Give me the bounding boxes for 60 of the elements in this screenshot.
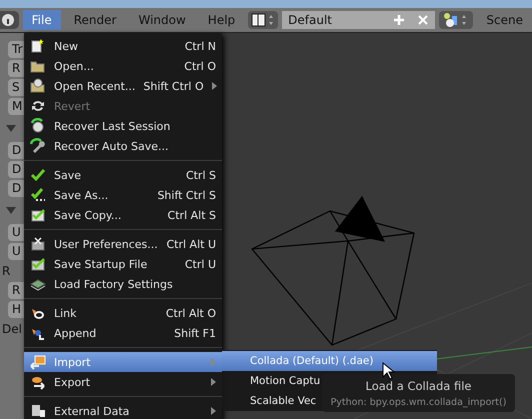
tooltip-title: Load a Collada file	[366, 378, 472, 392]
scene-name[interactable]: Scene	[477, 10, 532, 30]
delete-layout-button[interactable]	[411, 11, 436, 29]
screen-layout-selector[interactable]	[248, 11, 278, 29]
menu-item[interactable]: External Data	[24, 401, 222, 419]
layout-icon	[251, 12, 276, 28]
shortcut-text: Ctrl Alt U	[166, 238, 216, 250]
layout-name-field[interactable]: Default	[282, 11, 388, 29]
check-sheet-icon	[30, 256, 46, 272]
menu-item[interactable]: User Preferences... Ctrl Alt U	[24, 234, 222, 254]
import-icon	[30, 354, 46, 370]
wrench-icon	[30, 138, 46, 154]
shortcut-text: Shift Ctrl O	[143, 80, 204, 92]
close-icon	[417, 14, 430, 26]
menu-item[interactable]: Open Recent... Shift Ctrl O	[24, 76, 222, 96]
submenu-arrow-icon	[211, 378, 216, 386]
collapse-triangle-icon[interactable]	[6, 125, 16, 132]
menu-item[interactable]: File	[22, 10, 61, 30]
shortcut-text: Ctrl N	[184, 40, 216, 52]
mouse-cursor-icon	[382, 362, 395, 380]
shortcut-text: Ctrl U	[184, 258, 216, 270]
shortcut-text: Shift F1	[174, 326, 216, 340]
scene-selector[interactable]	[439, 11, 474, 29]
menu-item[interactable]: Save Copy... Ctrl Alt S	[24, 205, 222, 225]
menu-item[interactable]: New Ctrl N	[24, 36, 222, 56]
check-icon	[30, 167, 46, 183]
menu-item[interactable]: Append Shift F1	[24, 323, 222, 343]
menu-item[interactable]: Link Ctrl Alt O	[24, 303, 222, 323]
check-sheet-icon	[30, 207, 46, 223]
menu-item[interactable]: Window	[129, 10, 195, 30]
new-file-icon	[30, 38, 46, 54]
export-icon	[30, 374, 46, 390]
collapse-triangle-icon[interactable]	[6, 207, 16, 214]
menu-item[interactable]: Export	[24, 372, 222, 392]
tooltip-python-text: Python: bpy.ops.wm.collada_import()	[330, 396, 506, 408]
panel-label: R	[2, 263, 12, 280]
shortcut-text: Shift Ctrl S	[157, 188, 216, 202]
menu-item[interactable]: Load Factory Settings	[24, 274, 222, 294]
submenu-arrow-icon	[211, 407, 216, 415]
shortcut-text: Ctrl Alt S	[168, 208, 216, 222]
check-dots-icon	[30, 187, 46, 203]
external-data-icon	[30, 403, 46, 419]
menu-item[interactable]: Save As... Shift Ctrl S	[24, 185, 222, 205]
refresh-icon	[30, 98, 46, 114]
clock-arrow-icon	[30, 118, 46, 134]
menu-item[interactable]: Help	[198, 10, 244, 30]
shortcut-text: Ctrl S	[186, 168, 216, 182]
menu-item[interactable]: Render	[64, 10, 126, 30]
shortcut-text: Ctrl O	[184, 60, 216, 72]
menu-item[interactable]: Recover Last Session	[24, 116, 222, 136]
plus-icon	[393, 14, 406, 26]
menu-item[interactable]: Open... Ctrl O	[24, 56, 222, 76]
shortcut-text: Ctrl Alt O	[166, 306, 216, 320]
editor-type-button[interactable]	[0, 11, 19, 29]
submenu-arrow-icon	[212, 82, 217, 90]
panel-label: Del	[2, 321, 23, 338]
menu-item[interactable]: Recover Auto Save...	[24, 136, 222, 156]
menu-item[interactable]: Save Startup File Ctrl U	[24, 254, 222, 274]
menu-item[interactable]: Save Ctrl S	[24, 165, 222, 185]
submenu-arrow-icon	[211, 358, 216, 366]
